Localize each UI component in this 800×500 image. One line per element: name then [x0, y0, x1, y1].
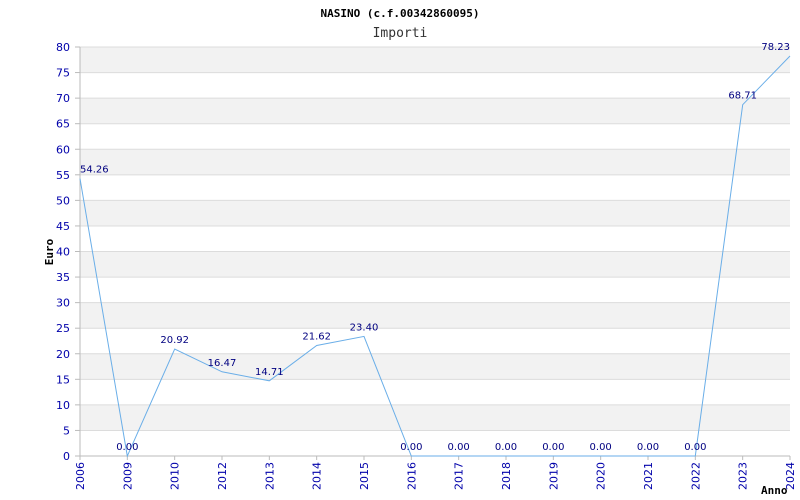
y-tick-labels: 0 5 10 15 20 25 30 35 40 45 50 55 60 65 70 75 80 [56, 41, 70, 463]
x-tick-label: 2009 [121, 462, 134, 490]
data-label: 78.23 [761, 42, 790, 53]
y-tick-label: 30 [56, 297, 70, 310]
data-label: 20.92 [160, 335, 189, 346]
data-label: 0.00 [590, 442, 612, 453]
data-label: 0.00 [684, 442, 706, 453]
y-tick-label: 70 [56, 92, 70, 105]
grid-band [80, 251, 790, 278]
x-tick-label: 2006 [74, 462, 87, 490]
y-tick-label: 75 [56, 67, 70, 80]
y-tick-label: 35 [56, 271, 70, 284]
y-tick-label: 45 [56, 220, 70, 233]
y-tick-label: 50 [56, 194, 70, 207]
y-tick-label: 65 [56, 118, 70, 131]
x-tick-label: 2012 [216, 462, 229, 490]
y-tick-label: 20 [56, 348, 70, 361]
data-label: 0.00 [448, 442, 470, 453]
y-tick-label: 60 [56, 143, 70, 156]
data-label: 21.62 [302, 331, 331, 342]
data-label: 16.47 [208, 358, 237, 369]
x-tick-label: 2013 [263, 462, 276, 490]
chart-subtitle: Importi [373, 26, 428, 41]
x-tick-label: 2022 [689, 462, 702, 490]
data-label: 0.00 [542, 442, 564, 453]
x-tick-labels: 2006 2009 2010 2012 2013 2014 2015 2016 2017 2018… [74, 456, 797, 490]
data-label: 0.00 [495, 442, 517, 453]
y-tick-label: 40 [56, 246, 70, 259]
grid-band [80, 47, 790, 73]
grid-bands [80, 47, 790, 431]
y-tick-label: 15 [56, 373, 70, 386]
grid-band [80, 353, 790, 380]
x-tick-label: 2023 [737, 462, 750, 490]
x-tick-label: 2014 [311, 462, 324, 490]
y-tick-label: 0 [63, 450, 70, 463]
x-tick-label: 2018 [500, 462, 513, 490]
grid-band [80, 404, 790, 431]
x-axis-label: Anno [761, 484, 788, 497]
data-label: 23.40 [350, 322, 379, 333]
x-tick-label: 2017 [453, 462, 466, 490]
data-label: 14.71 [255, 367, 284, 378]
x-tick-label: 2010 [169, 462, 182, 490]
data-label: 0.00 [116, 442, 138, 453]
data-label: 0.00 [637, 442, 659, 453]
grid-band [80, 302, 790, 329]
grid-band [80, 98, 790, 124]
grid-band [80, 149, 790, 175]
y-tick-label: 10 [56, 399, 70, 412]
y-tick-label: 25 [56, 322, 70, 335]
x-tick-label: 2015 [358, 462, 371, 490]
data-label: 0.00 [400, 442, 422, 453]
y-tick-label: 80 [56, 41, 70, 54]
x-tick-label: 2021 [642, 462, 655, 490]
data-label: 68.71 [728, 91, 757, 102]
grid-band [80, 200, 790, 226]
y-tick-label: 55 [56, 169, 70, 182]
x-tick-label: 2019 [547, 462, 560, 490]
data-label: 54.26 [80, 165, 109, 176]
x-tick-label: 2016 [405, 462, 418, 490]
y-tick-label: 5 [63, 424, 70, 437]
chart-title: NASINO (c.f.00342860095) [321, 7, 480, 20]
chart: 05101520253035404550556065707580 2006 200… [43, 7, 797, 497]
x-tick-label: 2020 [595, 462, 608, 490]
y-axis-label: Euro [43, 238, 56, 265]
